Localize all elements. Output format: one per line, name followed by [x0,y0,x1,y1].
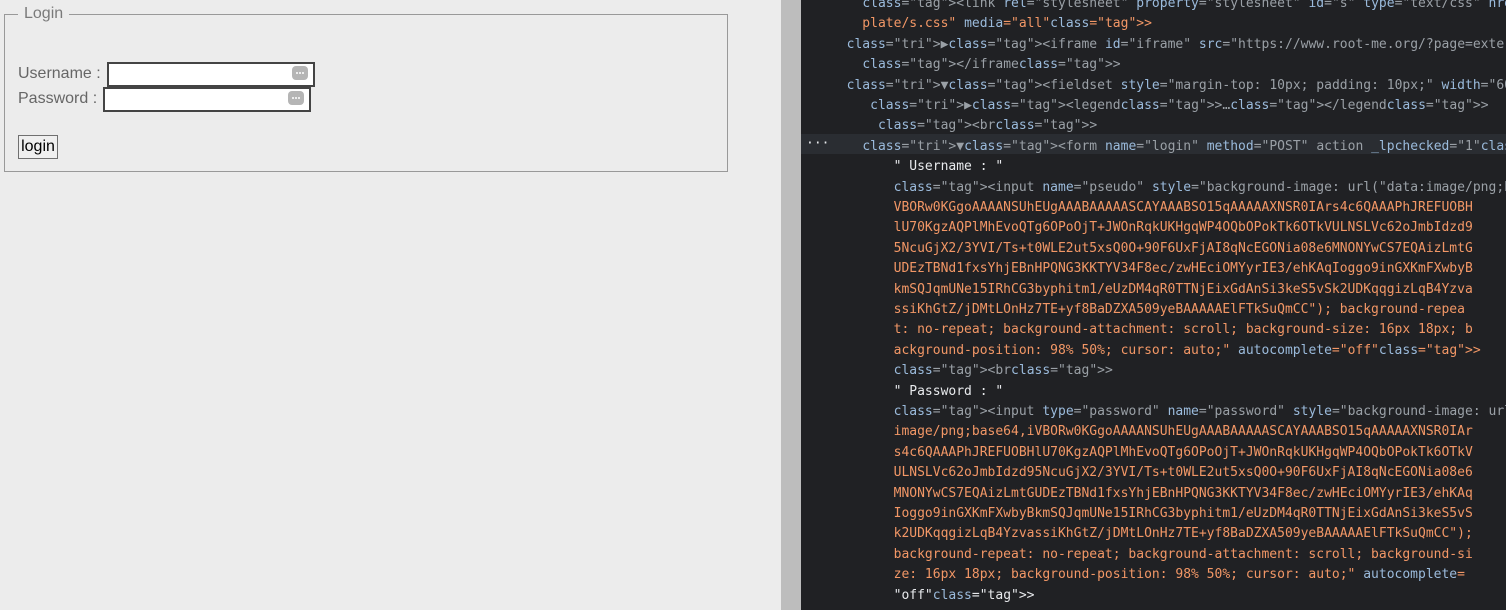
dom-line[interactable]: ULNSLVc62oJmbIdzd95NcuGjX2/3YVI/Ts+t0WLE… [831,463,1473,483]
dom-line[interactable]: ackground-position: 98% 50%; cursor: aut… [831,341,1481,361]
dom-line[interactable]: Ioggo9inGXKmFXwbyBkmSQJqmUNe15IRhCG3byph… [831,504,1473,524]
dom-line[interactable]: class="tag"></iframeclass="tag">> [831,55,1120,75]
dom-line[interactable]: class="tri">▶class="tag"><iframe id="ifr… [831,35,1506,55]
username-label: Username : [18,65,101,82]
dom-line[interactable]: t: no-repeat; background-attachment: scr… [831,320,1473,340]
dom-line[interactable]: class="tag"><brclass="tag">> [831,361,1113,381]
dom-line[interactable]: class="tag"><link rel="stylesheet" prope… [831,0,1506,14]
dom-line[interactable]: kmSQJqmUNe15IRhCG3byphitm1/eUzDM4qR0TTNj… [831,280,1473,300]
login-page: Login Username : Password : login [0,0,781,610]
dom-line[interactable]: background-repeat: no-repeat; background… [831,545,1473,565]
dom-line[interactable]: class="tag"><input name="pseudo" style="… [831,178,1506,198]
node-ellipsis-icon[interactable]: ··· [806,134,829,154]
login-button[interactable]: login [18,135,58,159]
panel-divider[interactable] [781,0,801,610]
dom-line[interactable]: ssiKhGtZ/jDMtLOnHz7TE+yf8BaDZXA509yeBAAA… [831,300,1465,320]
dom-line[interactable]: s4c6QAAAPhJREFUOBHlU70KgzAQPlMhEvoQTg6OP… [831,443,1473,463]
dom-line[interactable]: class="tag"><input type="password" name=… [831,402,1506,422]
devtools-elements-panel: class="tag"><link rel="stylesheet" prope… [801,0,1506,610]
dom-line[interactable]: lU70KgzAQPlMhEvoQTg6OPoOjT+JWOnRqkUKHgqW… [831,218,1473,238]
dom-line[interactable]: "off"class="tag">> [831,586,1035,606]
fieldset-legend: Login [18,4,70,24]
dom-line[interactable]: 5NcuGjX2/3YVI/Ts+t0WLE2ut5xsQ0O+90F6UxFj… [831,239,1473,259]
username-input[interactable] [107,62,315,87]
dom-line[interactable]: " Username : " [831,157,1004,177]
dom-line[interactable]: class="tag"><brclass="tag">> [831,116,1097,136]
dom-line[interactable]: UDEzTBNd1fxsYhjEBnHPQNG3KKTYV34F8ec/zwHE… [831,259,1473,279]
password-manager-icon[interactable] [288,91,304,105]
dom-line[interactable]: MNONYwCS7EQAizLmtGUDEzTBNd1fxsYhjEBnHPQN… [831,484,1473,504]
dom-line[interactable]: k2UDKqqgizLqB4YzvassiKhGtZ/jDMtLOnHz7TE+… [831,524,1473,544]
dom-line[interactable]: class="tri">▶class="tag"><legendclass="t… [831,96,1488,116]
dom-line[interactable]: image/png;base64,iVBORw0KGgoAAAANSUhEUgA… [831,422,1473,442]
dom-line[interactable]: class="tri">▼class="tag"><fieldset style… [831,76,1506,96]
password-input[interactable] [103,87,311,112]
dom-line[interactable]: plate/s.css" media="all"class="tag">> [831,14,1152,34]
dom-line[interactable]: VBORw0KGgoAAAANSUhEUgAAABAAAAASCAYAAABSO… [831,198,1473,218]
dom-line[interactable]: class="tri">▼class="tag"><form name="log… [831,137,1506,157]
password-label: Password : [18,90,98,107]
dom-line[interactable]: ze: 16px 18px; background-position: 98% … [831,565,1465,585]
password-manager-icon[interactable] [292,66,308,80]
dom-line[interactable]: " Password : " [831,382,1004,402]
